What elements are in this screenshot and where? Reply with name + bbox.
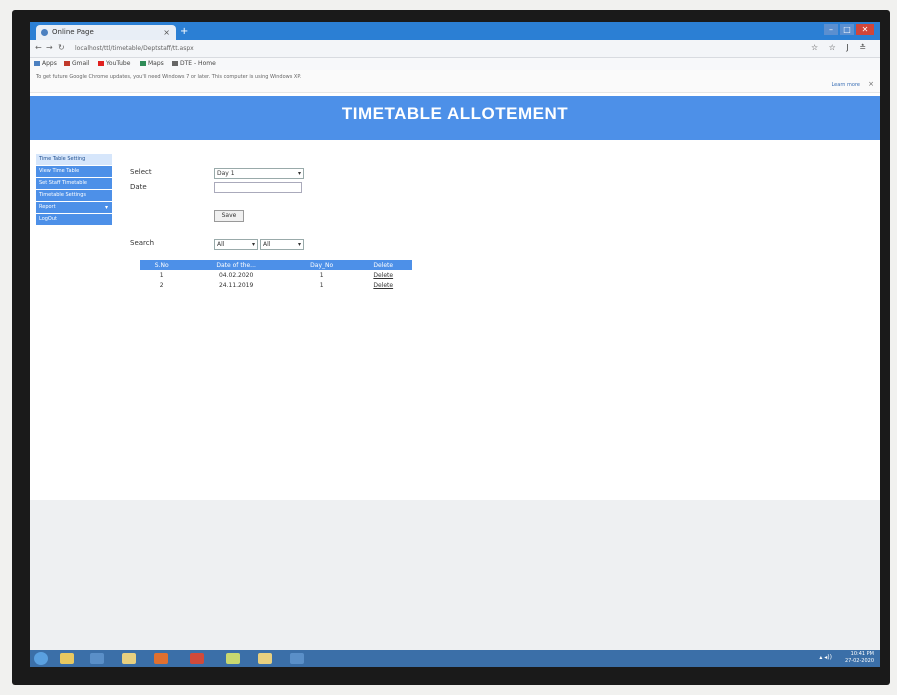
taskbar: ▴ ◂)) 10:41 PM 27-02-2020	[30, 650, 880, 667]
table-row: 1 04.02.2020 1 Delete	[140, 270, 412, 280]
bookmarks-bar: Apps Gmail YouTube Maps DTE - Home	[30, 58, 880, 70]
bookmark-youtube[interactable]: YouTube	[98, 60, 130, 67]
sidebar-item-timetable-settings[interactable]: Timetable Settings	[36, 190, 112, 201]
column-header: S.No	[140, 260, 184, 270]
tab-title: Online Page	[52, 28, 94, 36]
sidebar-item-logout[interactable]: LogOut	[36, 214, 112, 225]
update-info-bar: To get future Google Chrome updates, you…	[30, 70, 880, 93]
table-header-row: S.No Date of the... Day_No Delete	[140, 260, 412, 270]
toolbar-icons[interactable]: ☆ ☆ J ≛	[811, 43, 870, 52]
network-icon[interactable]	[290, 653, 304, 664]
sidebar-item-report[interactable]: Report ▾	[36, 202, 112, 213]
chevron-down-icon: ▾	[251, 241, 255, 248]
browser-tab[interactable]: Online Page ×	[36, 25, 176, 40]
folder-icon[interactable]	[258, 653, 272, 664]
youtube-icon	[98, 61, 104, 66]
date-input[interactable]	[214, 182, 302, 193]
column-header: Day_No	[288, 260, 355, 270]
learn-more-link[interactable]: Learn more	[831, 82, 860, 88]
explorer-icon[interactable]	[60, 653, 74, 664]
maximize-icon[interactable]: □	[840, 24, 854, 35]
cell-day-no: 1	[319, 271, 324, 279]
sidebar-menu: Time Table Setting View Time Table Set S…	[36, 154, 112, 226]
page-header: TIMETABLE ALLOTEMENT	[30, 96, 880, 140]
search-select-1[interactable]: All ▾	[214, 239, 258, 250]
chrome-icon[interactable]	[190, 653, 204, 664]
day-select[interactable]: Day 1 ▾	[214, 168, 304, 179]
chevron-down-icon: ▾	[297, 170, 301, 177]
cell-date: 04.02.2020	[218, 271, 254, 279]
table-row: 2 24.11.2019 1 Delete	[140, 280, 412, 290]
select-label: Select	[130, 168, 152, 176]
reload-icon[interactable]: ↻	[58, 43, 65, 53]
info-message: To get future Google Chrome updates, you…	[36, 74, 302, 80]
tab-favicon-icon	[41, 29, 48, 36]
tab-close-icon[interactable]: ×	[163, 25, 170, 40]
forward-icon[interactable]: →	[46, 43, 53, 53]
cell-date: 24.11.2019	[218, 281, 254, 289]
page-title: TIMETABLE ALLOTEMENT	[341, 104, 569, 123]
clock[interactable]: 10:41 PM 27-02-2020	[845, 651, 874, 665]
dte-icon	[172, 61, 178, 66]
column-header: Delete	[354, 260, 412, 270]
media-icon[interactable]	[154, 653, 168, 664]
minimize-icon[interactable]: –	[824, 24, 838, 35]
url-field[interactable]: localhost/ttl/timetable/Deptstaff/tt.asp…	[75, 43, 775, 54]
date-label: Date	[130, 183, 147, 191]
gmail-icon	[64, 61, 70, 66]
address-bar: ← → ↻ localhost/ttl/timetable/Deptstaff/…	[30, 40, 880, 58]
chevron-down-icon: ▾	[297, 241, 301, 248]
new-tab-icon[interactable]: +	[180, 27, 188, 37]
chevron-down-icon: ▾	[104, 204, 108, 211]
cell-day-no: 1	[319, 281, 324, 289]
start-button[interactable]	[34, 652, 48, 665]
maps-icon	[140, 61, 146, 66]
cell-sno: 2	[159, 281, 164, 289]
close-window-icon[interactable]: ✕	[856, 24, 874, 35]
page-bottom-area	[30, 500, 880, 650]
system-tray[interactable]: ▴ ◂))	[819, 654, 832, 661]
save-button[interactable]: Save	[214, 210, 244, 222]
bookmark-gmail[interactable]: Gmail	[64, 60, 90, 67]
bookmark-dte[interactable]: DTE - Home	[172, 60, 216, 67]
timetable-table: S.No Date of the... Day_No Delete 1 04.0…	[140, 260, 412, 290]
info-close-icon[interactable]: ×	[868, 80, 874, 88]
folder-icon[interactable]	[122, 653, 136, 664]
cell-sno: 1	[159, 271, 164, 279]
network-icon[interactable]	[90, 653, 104, 664]
search-select-2[interactable]: All ▾	[260, 239, 304, 250]
delete-link[interactable]: Delete	[354, 280, 412, 290]
column-header: Date of the...	[183, 260, 289, 270]
sidebar-item-view-timetable[interactable]: View Time Table	[36, 166, 112, 177]
delete-link[interactable]: Delete	[354, 270, 412, 280]
search-label: Search	[130, 239, 155, 247]
bookmark-maps[interactable]: Maps	[140, 60, 164, 67]
window-controls: – □ ✕	[824, 24, 874, 36]
sidebar-item-staff-timetable[interactable]: Set Staff Timetable	[36, 178, 112, 189]
bookmark-apps[interactable]: Apps	[34, 60, 57, 67]
browser-tab-strip: Online Page × + – □ ✕	[30, 22, 880, 40]
back-icon[interactable]: ←	[35, 43, 42, 53]
app-icon[interactable]	[226, 653, 240, 664]
apps-icon	[34, 61, 40, 66]
screen: Online Page × + – □ ✕ ← → ↻ localhost/tt…	[30, 22, 880, 667]
sidebar-item-timetable-setting[interactable]: Time Table Setting	[36, 154, 112, 165]
